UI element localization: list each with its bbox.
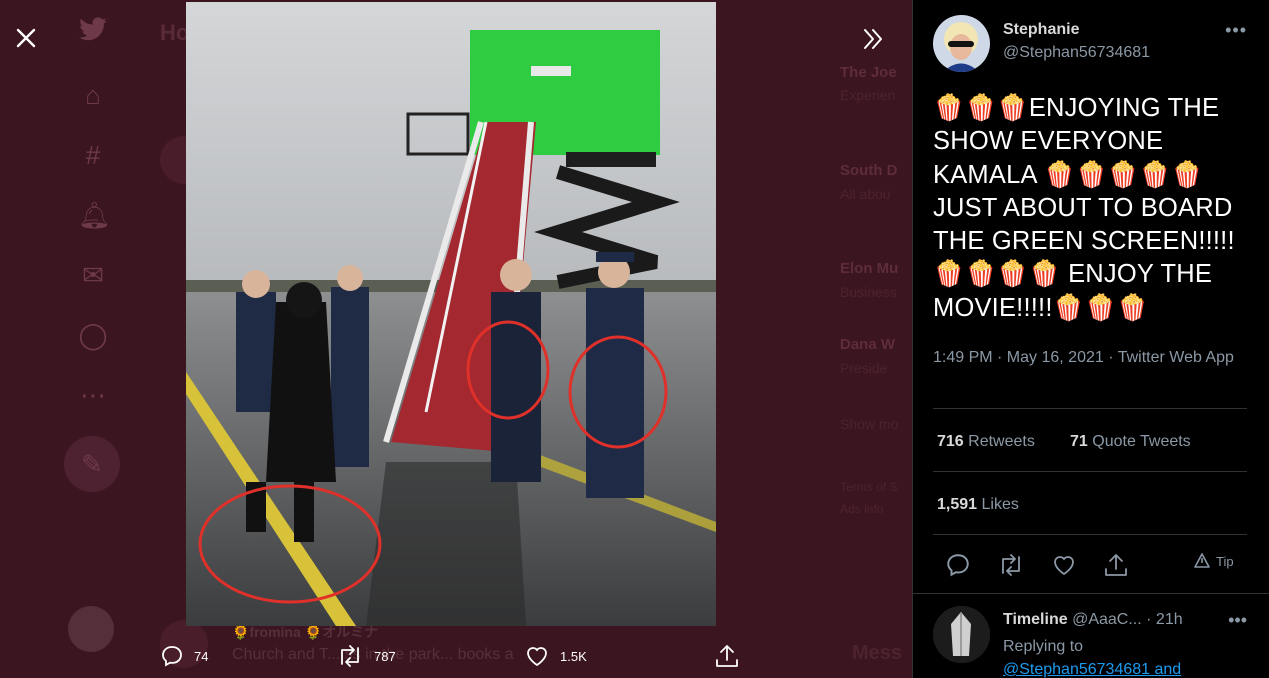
share-button[interactable]	[1103, 552, 1129, 578]
share-action[interactable]	[714, 640, 750, 672]
like-button[interactable]	[1051, 552, 1077, 578]
reply-more-options-button[interactable]: •••	[1228, 610, 1247, 631]
divider	[913, 593, 1269, 594]
background-messages: Mess	[852, 642, 903, 664]
reply-icon	[162, 646, 182, 667]
tip-icon	[1194, 553, 1210, 568]
background-trend-sub: Preside	[840, 360, 888, 376]
tweet-text: 🍿🍿🍿ENJOYING THE SHOW EVERYONE KAMALA 🍿🍿🍿…	[933, 94, 1235, 322]
background-trend-title: The Joe	[840, 64, 897, 81]
likes-label: Likes	[981, 496, 1019, 513]
divider	[933, 534, 1247, 535]
background-terms: Terms of S	[840, 480, 898, 494]
tip-button[interactable]: Tip	[1193, 552, 1234, 570]
background-trend-title: South D	[840, 162, 898, 179]
notifications-icon: 🔔︎	[78, 200, 112, 230]
retweet-icon	[341, 645, 359, 667]
home-icon: ⌂	[85, 80, 101, 110]
retweets-stat[interactable]: 716 Retweets	[937, 433, 1035, 451]
background-trend-title: Dana W	[840, 336, 896, 353]
tweet-photo[interactable]	[186, 2, 716, 626]
more-icon: •••	[1228, 610, 1247, 630]
close-icon	[16, 28, 36, 48]
divider	[933, 471, 1247, 472]
heart-icon	[1054, 556, 1074, 576]
account-avatar	[68, 606, 114, 652]
collapse-panel-button[interactable]	[854, 20, 892, 58]
background-ads: Ads info	[840, 502, 884, 516]
background-trend-sub: Experien	[840, 87, 896, 103]
twitter-logo-icon	[78, 14, 108, 44]
retweet-button[interactable]	[997, 552, 1023, 578]
more-icon: ⋯	[80, 380, 106, 410]
profile-icon: ◯	[78, 320, 108, 350]
reply-time: · 21h	[1146, 611, 1183, 628]
share-icon	[1105, 554, 1127, 576]
background-header: Ho	[160, 20, 190, 45]
close-button[interactable]	[8, 20, 44, 56]
author-handle[interactable]: @Stephan56734681	[1003, 44, 1150, 62]
more-icon: •••	[1225, 20, 1247, 40]
tweet-detail-panel: Stephanie @Stephan56734681 ••• 🍿🍿🍿ENJOYI…	[912, 0, 1269, 678]
replying-to-link[interactable]: @Stephan56734681 and	[1003, 661, 1181, 678]
background-trend-sub: All abou	[840, 186, 891, 202]
reply-author-avatar[interactable]	[933, 606, 990, 663]
messages-icon: ✉	[82, 260, 104, 290]
reply-author-handle: @AaaC...	[1072, 611, 1142, 628]
retweets-label: Retweets	[968, 433, 1035, 450]
reply-count: 74	[194, 648, 209, 664]
tweet-timestamp[interactable]: 1:49 PM · May 16, 2021 · Twitter Web App	[933, 346, 1253, 369]
background-trend-sub: Business	[840, 284, 897, 300]
like-count: 1.5K	[560, 648, 587, 664]
quote-label: Quote Tweets	[1092, 433, 1191, 450]
tip-label: Tip	[1216, 553, 1234, 569]
retweets-count: 716	[937, 433, 964, 450]
quote-tweets-stat[interactable]: 71 Quote Tweets	[1070, 433, 1191, 451]
double-chevron-right-icon	[864, 29, 882, 49]
more-options-button[interactable]: •••	[1225, 20, 1247, 41]
background-show-more: Show mo	[840, 416, 899, 432]
like-action[interactable]: 1.5K	[524, 640, 587, 672]
retweet-icon	[1002, 554, 1020, 576]
reply-icon	[947, 554, 969, 577]
replying-to-label: Replying to	[1003, 638, 1084, 655]
author-avatar[interactable]	[933, 15, 990, 72]
background-trend-title: Elon Mu	[840, 260, 899, 277]
divider	[933, 408, 1247, 409]
heart-icon	[527, 647, 547, 667]
explore-icon: #	[85, 140, 101, 170]
reply-author-name: Timeline	[1003, 611, 1068, 628]
compose-icon: ✎	[64, 436, 120, 492]
background-nav: ⌂ # 🔔︎ ✉ ◯ ⋯	[62, 0, 122, 678]
share-icon	[716, 645, 738, 667]
reply-action[interactable]: 74	[160, 640, 208, 672]
likes-count: 1,591	[937, 496, 978, 513]
quote-count: 71	[1070, 433, 1088, 450]
reply-button[interactable]	[945, 552, 971, 578]
reply-author[interactable]: Timeline @AaaC... · 21h	[1003, 611, 1183, 629]
retweet-action[interactable]: 787	[336, 640, 396, 672]
retweet-count: 787	[374, 648, 396, 664]
likes-stat[interactable]: 1,591 Likes	[937, 496, 1019, 514]
author-name[interactable]: Stephanie	[1003, 21, 1079, 39]
